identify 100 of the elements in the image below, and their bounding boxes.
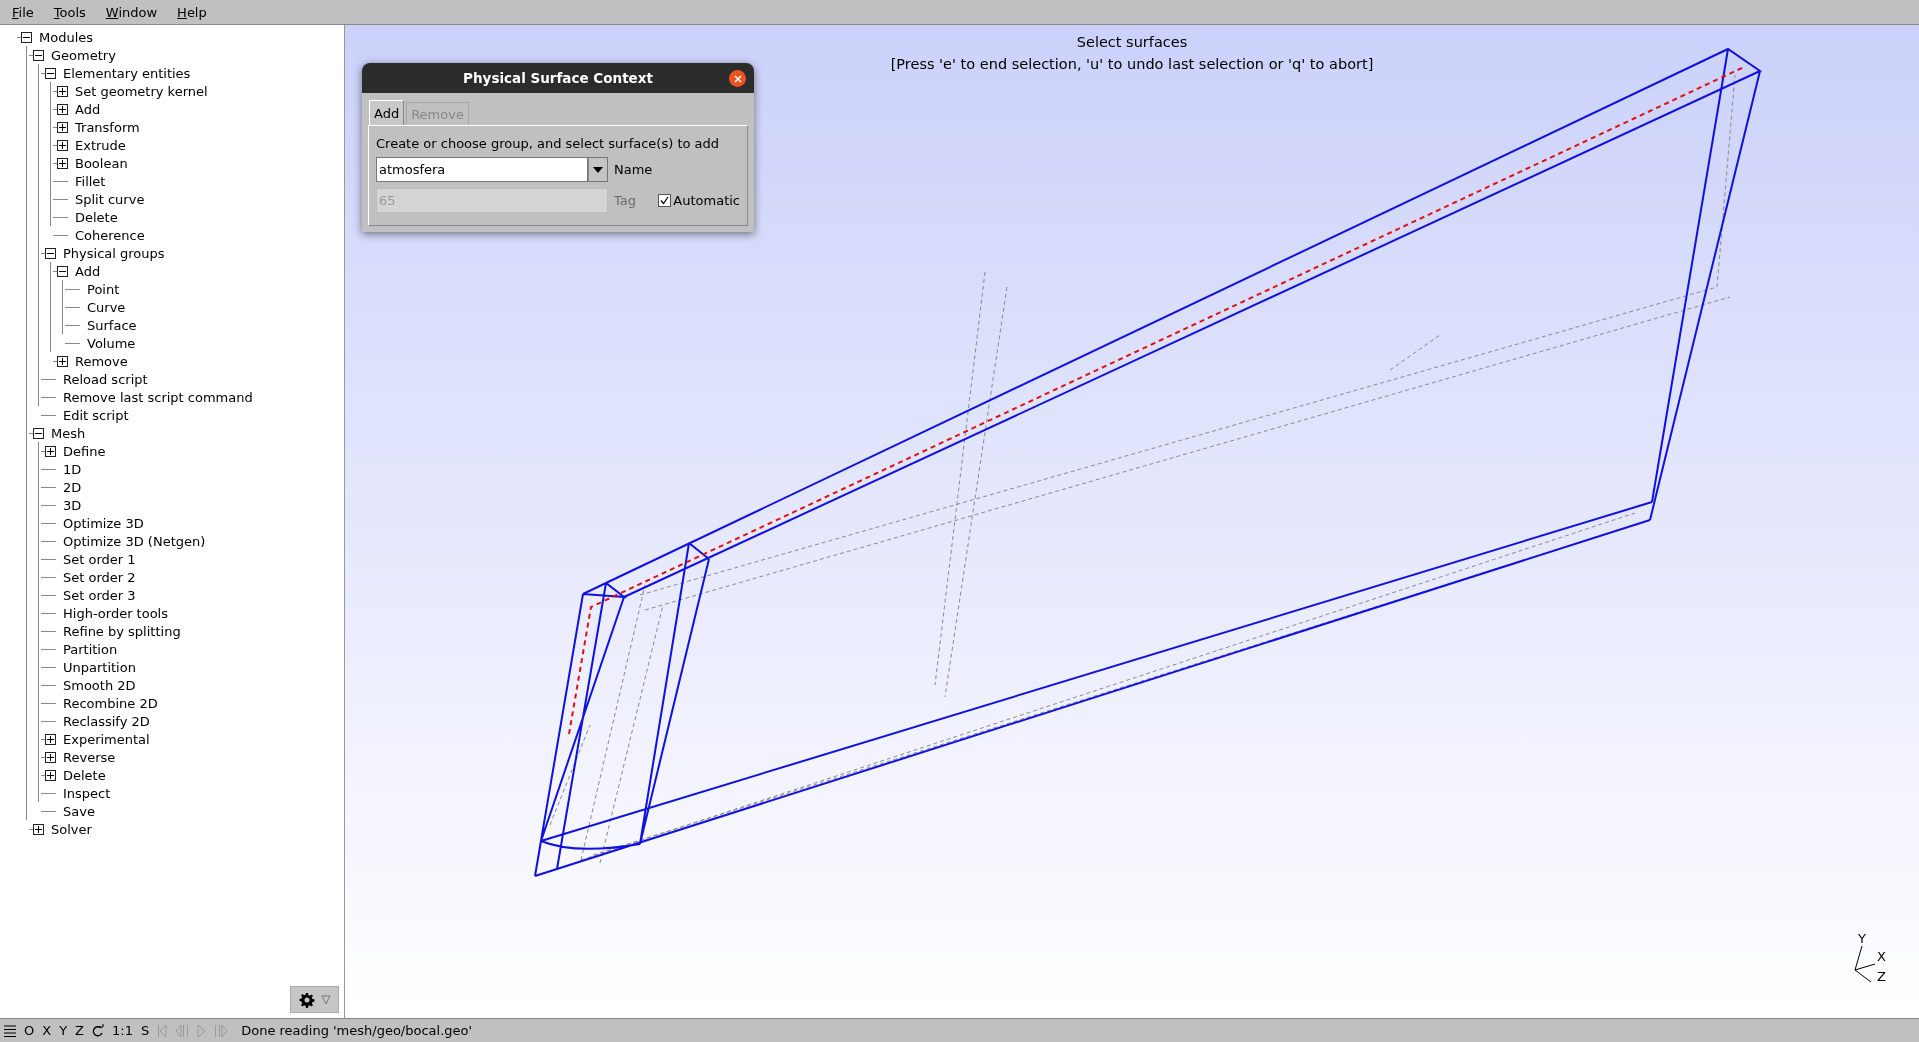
tree-item[interactable]: Elementary entities: [62, 65, 192, 81]
tree-item[interactable]: Volume: [86, 335, 137, 351]
view-button[interactable]: O: [21, 1020, 38, 1041]
expand-icon[interactable]: [57, 355, 68, 367]
field-label: Name: [614, 162, 653, 177]
menu-item[interactable]: Help: [169, 2, 215, 22]
tree-item[interactable]: Mesh: [50, 425, 87, 441]
tree-item[interactable]: Partition: [62, 641, 119, 657]
gear-icon: [298, 991, 315, 1008]
tree-item[interactable]: Unpartition: [62, 659, 137, 675]
close-button[interactable]: [729, 70, 746, 87]
tree-item[interactable]: Reload script: [62, 371, 149, 387]
axis-label: X: [1877, 949, 1886, 964]
tree-item[interactable]: Point: [86, 281, 121, 297]
expand-icon[interactable]: [45, 733, 56, 745]
step-back-icon: [175, 1023, 190, 1038]
field-label: Tag: [614, 193, 636, 208]
hint-text: [Press 'e' to end selection, 'u' to undo last selection or 'q' to abort]: [890, 55, 1374, 74]
tree-item[interactable]: 2D: [62, 479, 83, 495]
collapse-icon[interactable]: [45, 247, 56, 259]
expand-icon[interactable]: [33, 823, 44, 835]
tree-item[interactable]: 1D: [62, 461, 83, 477]
dropdown-triangle-icon: [320, 994, 331, 1005]
tree-item[interactable]: Boolean: [74, 155, 129, 171]
tree-item[interactable]: Reverse: [62, 749, 117, 765]
tree-item[interactable]: Solver: [50, 821, 93, 837]
collapse-icon[interactable]: [33, 49, 44, 61]
expand-icon[interactable]: [57, 157, 68, 169]
dropdown-button[interactable]: [588, 157, 608, 182]
expand-icon[interactable]: [57, 121, 68, 133]
view-button[interactable]: X: [39, 1020, 55, 1041]
axis-label: Z: [1877, 969, 1886, 984]
axis-lines-drawing: [1854, 945, 1876, 983]
tree-item[interactable]: Reclassify 2D: [62, 713, 151, 729]
tree-item[interactable]: Set order 3: [62, 587, 137, 603]
close-icon: [733, 74, 742, 83]
tree-item[interactable]: 3D: [62, 497, 83, 513]
expand-icon[interactable]: [57, 103, 68, 115]
dialog-title: Physical Surface Context: [463, 70, 653, 86]
tree-item[interactable]: Define: [62, 443, 107, 459]
menu-item[interactable]: File: [4, 2, 42, 22]
tree-item[interactable]: Coherence: [74, 227, 146, 243]
tree-item[interactable]: Save: [62, 803, 96, 819]
tree-item[interactable]: Split curve: [74, 191, 146, 207]
tree-item[interactable]: Optimize 3D (Netgen): [62, 533, 207, 549]
instruction-text: Create or choose group, and select surface(s) to add: [376, 136, 721, 151]
tab[interactable]: Add: [369, 100, 405, 125]
checkbox[interactable]: [658, 194, 672, 207]
tree-item[interactable]: Recombine 2D: [62, 695, 159, 711]
axis-label: Y: [1858, 931, 1866, 946]
tree-item[interactable]: Remove: [74, 353, 129, 369]
tree-item[interactable]: Refine by splitting: [62, 623, 182, 639]
tree-item[interactable]: Optimize 3D: [62, 515, 145, 531]
tree-item[interactable]: Set order 1: [62, 551, 137, 567]
view-button[interactable]: Y: [56, 1020, 71, 1041]
expand-icon[interactable]: [57, 85, 68, 97]
tree-item[interactable]: Inspect: [62, 785, 112, 801]
step-forward-icon: [214, 1023, 229, 1038]
tree-item[interactable]: Modules: [38, 29, 95, 45]
tree-item[interactable]: Transform: [74, 119, 141, 135]
tree-item[interactable]: Experimental: [62, 731, 151, 747]
dropdown-arrow-icon: [593, 166, 603, 173]
rotate-icon: [92, 1023, 104, 1038]
tree-item[interactable]: Add: [74, 263, 102, 279]
tree-item[interactable]: Set geometry kernel: [74, 83, 209, 99]
s-button[interactable]: S: [137, 1020, 153, 1041]
tree-item[interactable]: Physical groups: [62, 245, 166, 261]
tree-item[interactable]: Surface: [86, 317, 138, 333]
collapse-icon[interactable]: [45, 67, 56, 79]
checkbox-label: Automatic: [673, 193, 740, 208]
tree-item[interactable]: Delete: [74, 209, 119, 225]
tree-item[interactable]: Smooth 2D: [62, 677, 137, 693]
tree-item[interactable]: Fillet: [74, 173, 107, 189]
tree-item[interactable]: Geometry: [50, 47, 117, 63]
menu-icon: [4, 1023, 16, 1038]
play-icon: [197, 1023, 207, 1038]
expand-icon[interactable]: [45, 769, 56, 781]
prompt-text: Select surfaces: [1076, 33, 1188, 52]
name-input-field[interactable]: atmosfera: [376, 157, 588, 182]
tree-item[interactable]: Curve: [86, 299, 127, 315]
tree-item[interactable]: Remove last script command: [62, 389, 254, 405]
menu-item[interactable]: Window: [97, 2, 166, 22]
expand-icon[interactable]: [45, 751, 56, 763]
tree-item[interactable]: High-order tools: [62, 605, 169, 621]
collapse-icon[interactable]: [57, 265, 68, 277]
tree-item[interactable]: Extrude: [74, 137, 127, 153]
expand-icon[interactable]: [45, 445, 56, 457]
tree-item[interactable]: Delete: [62, 767, 107, 783]
collapse-icon[interactable]: [33, 427, 44, 439]
menu-item[interactable]: Tools: [45, 2, 94, 22]
scale-button[interactable]: 1:1: [109, 1020, 136, 1041]
settings-button[interactable]: [290, 986, 339, 1013]
view-button[interactable]: Z: [72, 1020, 87, 1041]
collapse-icon[interactable]: [21, 31, 32, 43]
tree-item[interactable]: Add: [74, 101, 102, 117]
tree-item[interactable]: Set order 2: [62, 569, 137, 585]
skip-back-icon: [157, 1023, 168, 1038]
status-message: Done reading 'mesh/geo/bocal.geo': [241, 1023, 473, 1038]
expand-icon[interactable]: [57, 139, 68, 151]
tree-item[interactable]: Edit script: [62, 407, 130, 423]
